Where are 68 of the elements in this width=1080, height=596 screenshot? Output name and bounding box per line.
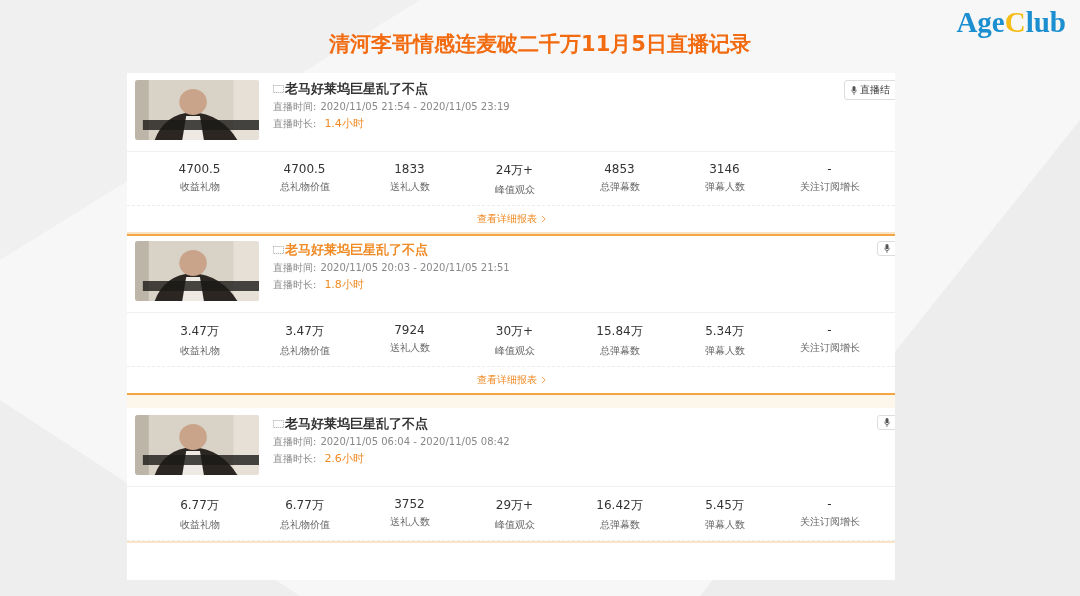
stat-value: 4700.5 (178, 162, 221, 176)
logo: AgeClub (956, 6, 1066, 39)
status-button[interactable]: 直播结 (844, 80, 895, 100)
stat-label: 峰值观众 (494, 518, 535, 532)
stat-label: 弹幕人数 (704, 518, 745, 532)
stat-label: 弹幕人数 (704, 180, 745, 194)
stat-value: 24万+ (495, 162, 534, 179)
microphone-icon (884, 418, 890, 427)
stat-label: 弹幕人数 (704, 344, 745, 358)
stat-label: 送礼人数 (389, 180, 430, 194)
stat-label: 总礼物价值 (279, 518, 330, 532)
field-label: 直播时间: (273, 261, 317, 275)
stat-value: 3752 (394, 497, 425, 511)
stat-value: 16.42万 (596, 497, 643, 514)
stat-value: - (827, 323, 832, 337)
stat-label: 总弹幕数 (599, 518, 640, 532)
stat-label: 送礼人数 (389, 515, 430, 529)
stat-label: 收益礼物 (179, 344, 220, 358)
stat-label: 总礼物价值 (279, 180, 330, 194)
record-card[interactable]: 老马好莱坞巨星乱了不点 直播时间: 2020/11/05 20:03 - 2020/11/05 21:51 直播时长: 1.8小时 3.47万 收益礼物 3.47万 总礼物价值 7924 送礼人数 30万+ 峰值观众 15.84万 总弹幕数 5.34万 弹幕人数 - 关注订阅增长 查看详细报表 (127, 234, 895, 395)
field-label: 直播时长: (273, 117, 317, 131)
duration: 1.8小时 (324, 277, 364, 292)
duration: 1.4小时 (324, 116, 364, 131)
chevron-icon (540, 215, 546, 223)
stat-label: 峰值观众 (494, 183, 535, 197)
stat-value: 1833 (394, 162, 425, 176)
stat-value: 6.77万 (285, 497, 324, 514)
stat-value: 4853 (604, 162, 635, 176)
stat-label: 收益礼物 (179, 180, 220, 194)
placeholder-icon (273, 85, 284, 93)
duration: 2.6小时 (324, 451, 364, 466)
stat-value: 7924 (394, 323, 425, 337)
microphone-icon (884, 244, 890, 253)
stat-label: 峰值观众 (494, 344, 535, 358)
stat-label: 关注订阅增长 (799, 180, 860, 194)
stat-value: 29万+ (495, 497, 534, 514)
field-label: 直播时长: (273, 278, 317, 292)
stat-value: 5.34万 (705, 323, 744, 340)
stat-value: 15.84万 (596, 323, 643, 340)
stat-label: 总弹幕数 (599, 180, 640, 194)
stat-value: 3.47万 (180, 323, 219, 340)
stat-label: 送礼人数 (389, 341, 430, 355)
stat-label: 总弹幕数 (599, 344, 640, 358)
stat-value: 30万+ (495, 323, 534, 340)
stat-value: 6.77万 (180, 497, 219, 514)
stat-value: 3146 (709, 162, 740, 176)
stat-label: 关注订阅增长 (799, 515, 860, 529)
time-range: 2020/11/05 21:54 - 2020/11/05 23:19 (320, 101, 510, 112)
placeholder-icon (273, 420, 284, 428)
placeholder-icon (273, 246, 284, 254)
stat-label: 关注订阅增长 (799, 341, 860, 355)
time-range: 2020/11/05 20:03 - 2020/11/05 21:51 (320, 262, 510, 273)
field-label: 直播时间: (273, 435, 317, 449)
stream-title[interactable]: 老马好莱坞巨星乱了不点 (285, 80, 428, 98)
field-label: 直播时间: (273, 100, 317, 114)
chevron-icon (540, 376, 546, 384)
stat-value: - (827, 162, 832, 176)
stat-value: 4700.5 (283, 162, 326, 176)
stream-title[interactable]: 老马好莱坞巨星乱了不点 (285, 415, 428, 433)
stat-value: 5.45万 (705, 497, 744, 514)
time-range: 2020/11/05 06:04 - 2020/11/05 08:42 (320, 436, 510, 447)
stat-value: 3.47万 (285, 323, 324, 340)
stat-label: 总礼物价值 (279, 344, 330, 358)
microphone-icon (851, 85, 857, 95)
slide-title: 清河李哥情感连麦破二千万11月5日直播记录 (328, 31, 752, 58)
field-label: 直播时长: (273, 452, 317, 466)
stat-value: - (827, 497, 832, 511)
stat-label: 收益礼物 (179, 518, 220, 532)
